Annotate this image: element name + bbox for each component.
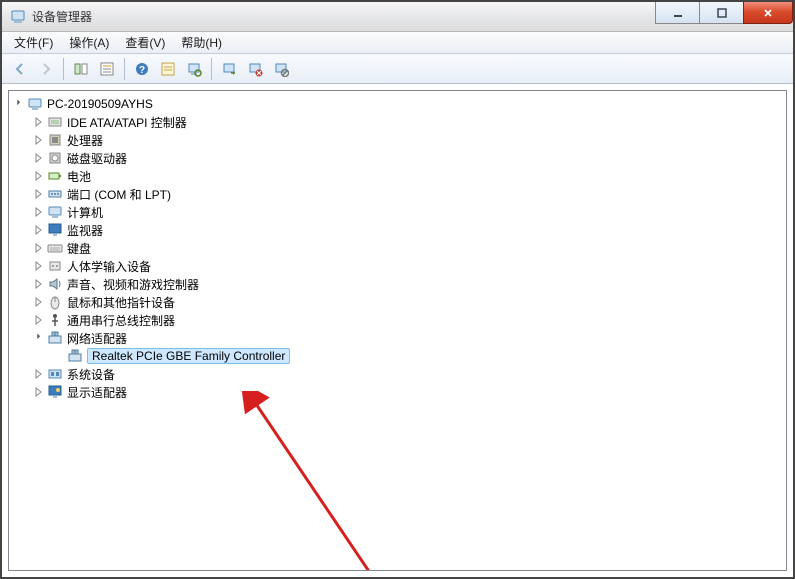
tree-item[interactable]: 网络适配器 [29, 329, 786, 347]
expander-closed-icon[interactable] [33, 314, 45, 326]
tree-panel[interactable]: PC-20190509AYHS IDE ATA/ATAPI 控制器处理器磁盘驱动… [8, 90, 787, 571]
tree-item[interactable]: 端口 (COM 和 LPT) [29, 185, 786, 203]
menu-help[interactable]: 帮助(H) [173, 32, 230, 53]
tree-item[interactable]: 监视器 [29, 221, 786, 239]
close-button[interactable] [743, 2, 793, 24]
tree-item[interactable]: 声音、视频和游戏控制器 [29, 275, 786, 293]
menu-view[interactable]: 查看(V) [117, 32, 173, 53]
expander-closed-icon[interactable] [33, 188, 45, 200]
scan-hardware-button[interactable] [182, 57, 206, 81]
forward-button[interactable] [34, 57, 58, 81]
tree-root-label: PC-20190509AYHS [47, 97, 153, 111]
disk-icon [47, 150, 63, 166]
expander-closed-icon[interactable] [33, 152, 45, 164]
window-buttons [656, 2, 793, 24]
tree-root[interactable]: PC-20190509AYHS [9, 95, 786, 113]
separator [211, 58, 212, 80]
disable-button[interactable] [269, 57, 293, 81]
expander-closed-icon[interactable] [33, 260, 45, 272]
sound-icon [47, 276, 63, 292]
tree-item-label: IDE ATA/ATAPI 控制器 [67, 114, 187, 131]
tree-item[interactable]: 人体学输入设备 [29, 257, 786, 275]
device-tree: PC-20190509AYHS IDE ATA/ATAPI 控制器处理器磁盘驱动… [9, 95, 786, 401]
tree-item[interactable]: 键盘 [29, 239, 786, 257]
window: 设备管理器 文件(F) 操作(A) 查看(V) 帮助(H) [2, 2, 793, 577]
tree-item[interactable]: 处理器 [29, 131, 786, 149]
mouse-icon [47, 294, 63, 310]
expander-closed-icon[interactable] [33, 278, 45, 290]
minimize-button[interactable] [655, 2, 700, 24]
tree-item-label: 端口 (COM 和 LPT) [67, 186, 171, 203]
tree-item-label: 计算机 [67, 204, 103, 221]
tree-item-label: 通用串行总线控制器 [67, 312, 175, 329]
tree-item[interactable]: 计算机 [29, 203, 786, 221]
action-tool-button[interactable] [156, 57, 180, 81]
tree-item-label: 磁盘驱动器 [67, 150, 127, 167]
tree-item-label: 人体学输入设备 [67, 258, 151, 275]
expander-closed-icon[interactable] [33, 206, 45, 218]
port-icon [47, 186, 63, 202]
tree-item-label: 系统设备 [67, 366, 115, 383]
expander-closed-icon[interactable] [33, 116, 45, 128]
separator [124, 58, 125, 80]
separator [63, 58, 64, 80]
toolbar: ? [2, 54, 793, 84]
keyboard-icon [47, 240, 63, 256]
system-icon [47, 366, 63, 382]
computer-icon [47, 204, 63, 220]
tree-item-label: 监视器 [67, 222, 103, 239]
tree-item-label: 声音、视频和游戏控制器 [67, 276, 199, 293]
menubar: 文件(F) 操作(A) 查看(V) 帮助(H) [2, 32, 793, 54]
update-driver-button[interactable] [217, 57, 241, 81]
titlebar: 设备管理器 [2, 2, 793, 32]
uninstall-button[interactable] [243, 57, 267, 81]
menu-action[interactable]: 操作(A) [61, 32, 117, 53]
tree-child-item[interactable]: Realtek PCIe GBE Family Controller [49, 347, 786, 365]
tree-item-label: 显示适配器 [67, 384, 127, 401]
battery-icon [47, 168, 63, 184]
monitor-icon [47, 222, 63, 238]
expander-closed-icon[interactable] [33, 368, 45, 380]
usb-icon [47, 312, 63, 328]
computer-icon [27, 96, 43, 112]
tree-item[interactable]: 鼠标和其他指针设备 [29, 293, 786, 311]
svg-text:?: ? [139, 65, 145, 76]
expander-closed-icon[interactable] [33, 134, 45, 146]
help-button[interactable]: ? [130, 57, 154, 81]
menu-file[interactable]: 文件(F) [6, 32, 61, 53]
tree-item[interactable]: 显示适配器 [29, 383, 786, 401]
window-title: 设备管理器 [32, 8, 92, 25]
tree-item[interactable]: 系统设备 [29, 365, 786, 383]
display-icon [47, 384, 63, 400]
expander-closed-icon[interactable] [33, 296, 45, 308]
app-icon [10, 9, 26, 25]
tree-item-label: 电池 [67, 168, 91, 185]
expander-open-icon[interactable] [33, 332, 45, 344]
expander-none [53, 350, 65, 362]
show-hide-console-button[interactable] [69, 57, 93, 81]
tree-item[interactable]: 电池 [29, 167, 786, 185]
network-icon [47, 330, 63, 346]
maximize-button[interactable] [699, 2, 744, 24]
expander-closed-icon[interactable] [33, 170, 45, 182]
tree-item[interactable]: 磁盘驱动器 [29, 149, 786, 167]
expander-open-icon[interactable] [13, 98, 25, 110]
cpu-icon [47, 132, 63, 148]
tree-item-label: 处理器 [67, 132, 103, 149]
hid-icon [47, 258, 63, 274]
ide-icon [47, 114, 63, 130]
expander-closed-icon[interactable] [33, 242, 45, 254]
expander-closed-icon[interactable] [33, 386, 45, 398]
tree-item[interactable]: IDE ATA/ATAPI 控制器 [29, 113, 786, 131]
tree-item-label: 网络适配器 [67, 330, 127, 347]
tree-item-label: 键盘 [67, 240, 91, 257]
tree-child-label: Realtek PCIe GBE Family Controller [87, 348, 290, 364]
tree-item[interactable]: 通用串行总线控制器 [29, 311, 786, 329]
properties-button[interactable] [95, 57, 119, 81]
tree-item-label: 鼠标和其他指针设备 [67, 294, 175, 311]
expander-closed-icon[interactable] [33, 224, 45, 236]
back-button[interactable] [8, 57, 32, 81]
arrow-annotation [239, 391, 439, 571]
network-icon [67, 348, 83, 364]
